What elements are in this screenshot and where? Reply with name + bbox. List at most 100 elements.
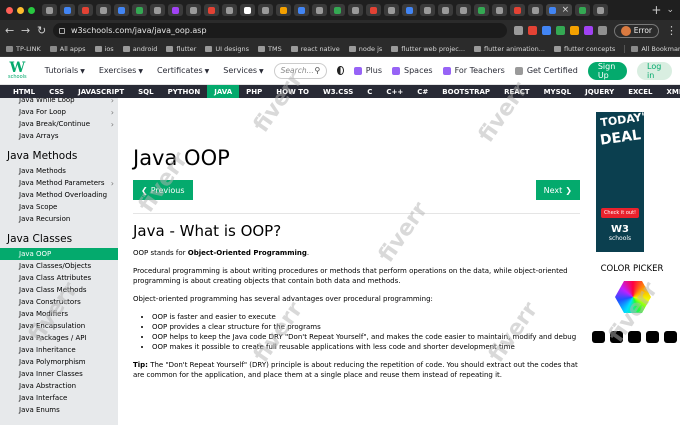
sidebar-item[interactable]: Java Methods (0, 165, 118, 177)
tab-search-icon[interactable]: ⌄ (666, 5, 680, 15)
bookmark-item[interactable]: ios (94, 45, 114, 53)
bookmark-item[interactable]: TP-LINK (6, 45, 41, 53)
nav-javascript[interactable]: JAVASCRIPT (71, 85, 131, 98)
browser-tab[interactable] (438, 4, 453, 16)
instagram-icon[interactable] (664, 331, 677, 343)
nav-php[interactable]: PHP (239, 85, 269, 98)
sidebar-item[interactable]: Java Scope (0, 201, 118, 213)
browser-tab[interactable] (492, 4, 507, 16)
browser-tab[interactable] (60, 4, 75, 16)
advertisement-banner[interactable]: TODAY'S DEAL Check it out! W3 schools (596, 112, 644, 252)
browser-tab[interactable] (384, 4, 399, 16)
sidebar-item[interactable]: Java Modifiers (0, 308, 118, 320)
maximize-window-dot[interactable] (28, 6, 35, 14)
nav-python[interactable]: PYTHON (161, 85, 208, 98)
nav-c-[interactable]: C++ (379, 85, 410, 98)
browser-tab[interactable] (593, 4, 608, 16)
sidebar-item[interactable]: Java OOP (0, 248, 118, 260)
nav-java[interactable]: JAVA (207, 85, 240, 98)
nav-c[interactable]: C (360, 85, 379, 98)
close-tab-icon[interactable]: × (562, 5, 570, 15)
dark-mode-icon[interactable] (337, 66, 344, 75)
browser-tab[interactable] (348, 4, 363, 16)
get-certified-link[interactable]: Get Certified (514, 66, 578, 75)
log-in-button[interactable]: Log in (637, 61, 672, 80)
nav-w3-css[interactable]: W3.CSS (316, 85, 360, 98)
browser-tab[interactable] (575, 4, 590, 16)
browser-tab[interactable] (330, 4, 345, 16)
nav-how-to[interactable]: HOW TO (269, 85, 316, 98)
for-teachers-link[interactable]: For Teachers (442, 66, 505, 75)
browser-tab[interactable] (294, 4, 309, 16)
new-tab-icon[interactable]: + (646, 3, 666, 17)
sidebar-item[interactable]: Java While Loop (0, 98, 118, 106)
sidebar-item[interactable]: Java Enums (0, 404, 118, 416)
browser-tab[interactable] (240, 4, 255, 16)
w3schools-logo[interactable]: W schools (8, 61, 27, 80)
bookmark-item[interactable]: android (122, 45, 157, 53)
browser-tab[interactable] (42, 4, 57, 16)
cast-icon[interactable] (513, 26, 523, 35)
more-menu-icon[interactable]: ⋮ (666, 24, 677, 37)
browser-tab[interactable] (402, 4, 417, 16)
sidebar-item[interactable]: Java Classes/Objects (0, 260, 118, 272)
extension-blue-icon[interactable] (541, 26, 551, 35)
browser-tab[interactable] (312, 4, 327, 16)
menu-tutorials[interactable]: Tutorials ▼ (45, 66, 85, 75)
sidebar-item[interactable]: Java Packages / API (0, 332, 118, 344)
minimize-window-dot[interactable] (17, 6, 24, 14)
browser-tab[interactable] (114, 4, 129, 16)
nav-mysql[interactable]: MYSQL (537, 85, 579, 98)
bookmark-item[interactable]: UI designs (205, 45, 249, 53)
menu-certificates[interactable]: Certificates ▼ (157, 66, 209, 75)
bookmark-item[interactable]: flutter animation... (474, 45, 545, 53)
nav-react[interactable]: REACT (497, 85, 537, 98)
sidebar-item[interactable]: Java Class Attributes (0, 272, 118, 284)
nav-jquery[interactable]: JQUERY (578, 85, 621, 98)
active-tab[interactable]: × (546, 4, 572, 16)
browser-tab[interactable] (168, 4, 183, 16)
nav-css[interactable]: CSS (42, 85, 71, 98)
all-bookmarks-button[interactable]: All Bookmarks (624, 44, 680, 53)
plus-link[interactable]: Plus (353, 66, 382, 75)
discord-icon[interactable] (628, 331, 641, 343)
profile-error-button[interactable]: Error (613, 23, 659, 38)
extension-red-icon[interactable] (527, 26, 537, 35)
bookmark-item[interactable]: node js (348, 45, 382, 53)
bookmark-item[interactable]: All apps (49, 45, 86, 53)
sidebar-item[interactable]: Java Break/Continue (0, 118, 118, 130)
sidebar-item[interactable]: Java Method Parameters (0, 177, 118, 189)
site-info-icon[interactable] (59, 27, 65, 34)
reload-icon[interactable]: ↻ (37, 24, 46, 37)
browser-tab[interactable] (276, 4, 291, 16)
extension-purple-icon[interactable] (583, 26, 593, 35)
browser-tab[interactable] (456, 4, 471, 16)
next-button[interactable]: Next ❯ (535, 180, 580, 200)
youtube-icon[interactable] (592, 331, 605, 343)
nav-c-[interactable]: C# (410, 85, 435, 98)
browser-tab[interactable] (258, 4, 273, 16)
sidebar-item[interactable]: Java Polymorphism (0, 356, 118, 368)
extension-orange-icon[interactable] (569, 26, 579, 35)
browser-tab[interactable] (204, 4, 219, 16)
browser-tab[interactable] (510, 4, 525, 16)
browser-tab[interactable] (366, 4, 381, 16)
facebook-icon[interactable] (646, 331, 659, 343)
sign-up-button[interactable]: Sign Up (587, 61, 628, 80)
bookmark-item[interactable]: TMS (258, 45, 282, 53)
spaces-link[interactable]: Spaces (392, 66, 433, 75)
browser-tab[interactable] (186, 4, 201, 16)
forward-icon[interactable]: → (21, 24, 30, 37)
bookmark-item[interactable]: flutter concepts (553, 45, 615, 53)
nav-bootstrap[interactable]: BOOTSTRAP (435, 85, 497, 98)
browser-tab[interactable] (132, 4, 147, 16)
color-picker-icon[interactable] (615, 281, 651, 313)
ad-cta-button[interactable]: Check it out! (601, 208, 639, 218)
sidebar-item[interactable]: Java Interface (0, 392, 118, 404)
nav-xml[interactable]: XML (660, 85, 680, 98)
browser-tab[interactable] (78, 4, 93, 16)
sidebar-item[interactable]: Java Abstraction (0, 380, 118, 392)
sidebar-item[interactable]: Java For Loop (0, 106, 118, 118)
browser-tab[interactable] (222, 4, 237, 16)
menu-exercises[interactable]: Exercises ▼ (99, 66, 143, 75)
